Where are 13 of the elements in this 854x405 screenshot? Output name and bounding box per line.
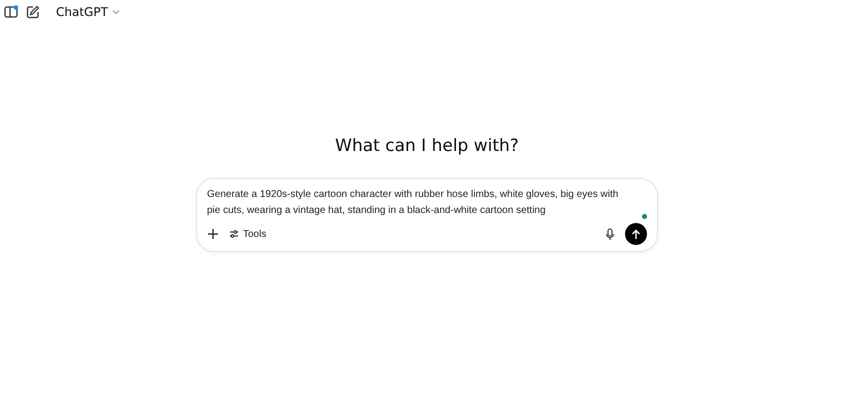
status-dot-icon (642, 214, 647, 219)
new-chat-icon[interactable] (26, 5, 40, 19)
sliders-icon (229, 229, 239, 239)
sidebar-icon[interactable] (4, 5, 18, 19)
model-selector[interactable]: ChatGPT (54, 5, 122, 19)
plus-icon[interactable] (207, 228, 219, 240)
heading: What can I help with? (335, 136, 519, 156)
send-button[interactable] (625, 223, 647, 245)
arrow-up-icon (631, 228, 641, 240)
prompt-field[interactable]: Generate a 1920s-style cartoon character with rubber hose limbs, white gloves, big eyes with pie cuts, wearing a vintage hat, standing in a black-and-white cartoon setting (207, 187, 634, 219)
chevron-icon (112, 9, 120, 15)
microphone-icon[interactable] (605, 228, 615, 240)
tools-button[interactable]: Tools (229, 228, 266, 240)
